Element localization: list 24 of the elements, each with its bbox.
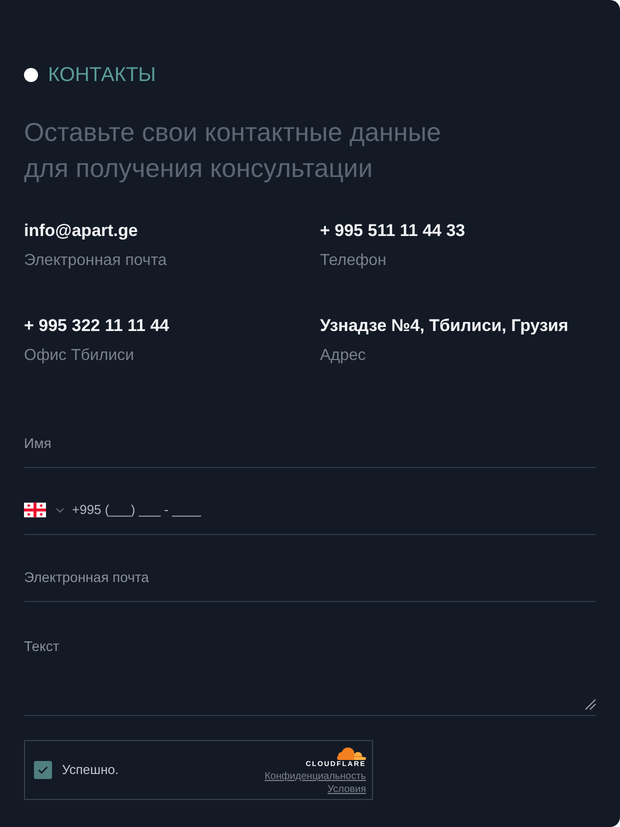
message-field[interactable]: Текст: [24, 624, 596, 716]
contact-label: Адрес: [320, 346, 367, 366]
terms-link[interactable]: Условия: [327, 783, 366, 796]
check-icon: [38, 766, 48, 774]
contact-label: Офис Тбилиси: [24, 346, 136, 366]
email-field[interactable]: Электронная почта: [24, 555, 596, 602]
contact-label: Электронная почта: [24, 251, 168, 271]
bullet-icon: [24, 68, 38, 82]
contact-value: Узнадзе №4, Тбилиси, Грузия: [320, 315, 570, 337]
section-label: КОНТАКТЫ: [48, 63, 156, 88]
name-field[interactable]: Имя: [24, 421, 596, 468]
contact-label: Телефон: [320, 251, 388, 271]
privacy-link[interactable]: Конфиденциальность: [264, 770, 366, 783]
contact-value: + 995 511 11 44 33: [320, 220, 466, 242]
contact-value: + 995 322 11 11 44: [24, 315, 170, 337]
phone-field[interactable]: +995 (___) ___ - ____: [72, 500, 596, 520]
chevron-down-icon: [56, 508, 64, 512]
checkbox[interactable]: [34, 761, 52, 779]
cloud-icon: [334, 746, 366, 760]
resize-handle-icon[interactable]: [585, 699, 596, 710]
section-heading: Оставьте свои контактные данные для получения консультации: [24, 116, 442, 185]
captcha-status: Успешно.: [62, 761, 119, 779]
flag-icon: [24, 502, 46, 518]
contact-value: info@apart.ge: [24, 220, 139, 242]
